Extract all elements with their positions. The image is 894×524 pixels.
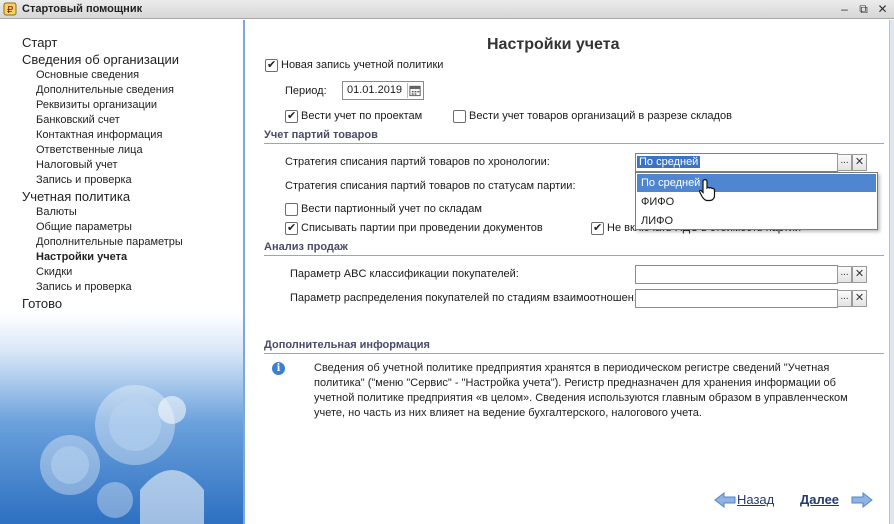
abc-param-label: Параметр ABC классификации покупателей: xyxy=(290,268,519,280)
sidebar-item-done[interactable]: Готово xyxy=(22,296,62,311)
back-button[interactable]: Назад xyxy=(737,492,774,507)
sidebar-item-requisites[interactable]: Реквизиты организации xyxy=(36,99,157,111)
window-titlebar: ₽ Стартовый помощник ‒ ⧉ ✕ xyxy=(0,0,894,19)
sidebar-item-currencies[interactable]: Валюты xyxy=(36,206,77,218)
sidebar-item-start[interactable]: Старт xyxy=(22,35,57,50)
strategy-dropdown-list: По средней ФИФО ЛИФО xyxy=(635,172,878,230)
close-icon[interactable]: ✕ xyxy=(874,1,891,17)
exclude-vat-checkbox[interactable] xyxy=(591,221,604,235)
write-off-label: Списывать партии при проведении документ… xyxy=(301,222,543,234)
next-arrow-icon[interactable] xyxy=(851,492,873,508)
sidebar-item-accounting-settings[interactable]: Настройки учета xyxy=(36,251,127,263)
stages-param-select-button[interactable]: ... xyxy=(837,290,852,307)
period-label: Период: xyxy=(285,85,327,97)
strategy-chrono-field[interactable]: По средней xyxy=(635,153,838,172)
write-off-checkbox[interactable] xyxy=(285,221,298,235)
sidebar-item-contacts[interactable]: Контактная информация xyxy=(36,129,162,141)
back-arrow-icon[interactable] xyxy=(714,492,736,508)
stages-param-clear-button[interactable]: ✕ xyxy=(852,290,867,307)
window-right-edge xyxy=(889,20,894,524)
strategy-chrono-value: По средней xyxy=(637,156,701,168)
info-section-title: Дополнительная информация xyxy=(264,339,430,351)
calendar-icon[interactable] xyxy=(407,83,422,98)
minimize-icon[interactable]: ‒ xyxy=(836,1,853,17)
batches-section-title: Учет партий товаров xyxy=(264,129,378,141)
sidebar-item-save-check-policy[interactable]: Запись и проверка xyxy=(36,281,132,293)
new-record-checkbox[interactable] xyxy=(265,58,278,72)
period-date-field[interactable]: 01.01.2019 xyxy=(342,81,424,100)
info-section-divider xyxy=(264,353,884,354)
sidebar-item-additional-info[interactable]: Дополнительные сведения xyxy=(36,84,174,96)
dropdown-option-lifo[interactable]: ЛИФО xyxy=(637,212,876,230)
batch-by-warehouse-label: Вести партионный учет по складам xyxy=(301,203,482,215)
strategy-chrono-select-button[interactable]: ... xyxy=(837,154,852,171)
abc-param-clear-button[interactable]: ✕ xyxy=(852,266,867,283)
strategy-chrono-label: Стратегия списания партий товаров по хро… xyxy=(285,156,550,168)
stages-param-label: Параметр распределения покупателей по ст… xyxy=(290,292,643,304)
warehouses-label: Вести учет товаров организаций в разрезе… xyxy=(469,110,732,122)
abc-param-select-button[interactable]: ... xyxy=(837,266,852,283)
restore-icon[interactable]: ⧉ xyxy=(855,1,872,17)
sidebar-item-basic-info[interactable]: Основные сведения xyxy=(36,69,139,81)
warehouses-checkbox[interactable] xyxy=(453,110,466,123)
period-value: 01.01.2019 xyxy=(347,84,403,96)
info-icon: i xyxy=(272,362,285,375)
sidebar-item-save-check-org[interactable]: Запись и проверка xyxy=(36,174,132,186)
sidebar-item-accounting-policy[interactable]: Учетная политика xyxy=(22,189,130,204)
window-title: Стартовый помощник xyxy=(22,3,143,15)
projects-checkbox[interactable] xyxy=(285,109,298,123)
app-icon: ₽ xyxy=(3,2,17,16)
next-button[interactable]: Далее xyxy=(800,492,839,507)
info-text: Сведения об учетной политике предприятия… xyxy=(314,362,848,419)
batch-by-warehouse-checkbox[interactable] xyxy=(285,203,298,216)
sales-section-divider xyxy=(264,255,884,256)
projects-label: Вести учет по проектам xyxy=(301,110,423,122)
dropdown-option-average[interactable]: По средней xyxy=(637,174,876,192)
page-title: Настройки учета xyxy=(487,36,620,53)
sidebar-item-bank-account[interactable]: Банковский счет xyxy=(36,114,120,126)
sidebar-item-tax[interactable]: Налоговый учет xyxy=(36,159,118,171)
sidebar-item-responsible[interactable]: Ответственные лица xyxy=(36,144,143,156)
svg-text:₽: ₽ xyxy=(7,5,14,16)
batches-section-divider xyxy=(264,143,884,144)
strategy-status-label: Стратегия списания партий товаров по ста… xyxy=(285,180,576,192)
sidebar-item-org-info[interactable]: Сведения об организации xyxy=(22,52,179,67)
new-record-label: Новая запись учетной политики xyxy=(281,59,444,71)
hand-cursor-icon xyxy=(699,179,716,202)
sidebar-item-general-params[interactable]: Общие параметры xyxy=(36,221,132,233)
sidebar-item-additional-params[interactable]: Дополнительные параметры xyxy=(36,236,183,248)
sidebar: Старт Сведения об организации Основные с… xyxy=(0,20,245,524)
abc-param-field[interactable] xyxy=(635,265,838,284)
dropdown-option-fifo[interactable]: ФИФО xyxy=(637,193,876,211)
strategy-chrono-clear-button[interactable]: ✕ xyxy=(852,154,867,171)
sales-section-title: Анализ продаж xyxy=(264,241,348,253)
sidebar-decoration-illustration xyxy=(40,385,204,524)
stages-param-field[interactable] xyxy=(635,289,838,308)
sidebar-item-discounts[interactable]: Скидки xyxy=(36,266,72,278)
